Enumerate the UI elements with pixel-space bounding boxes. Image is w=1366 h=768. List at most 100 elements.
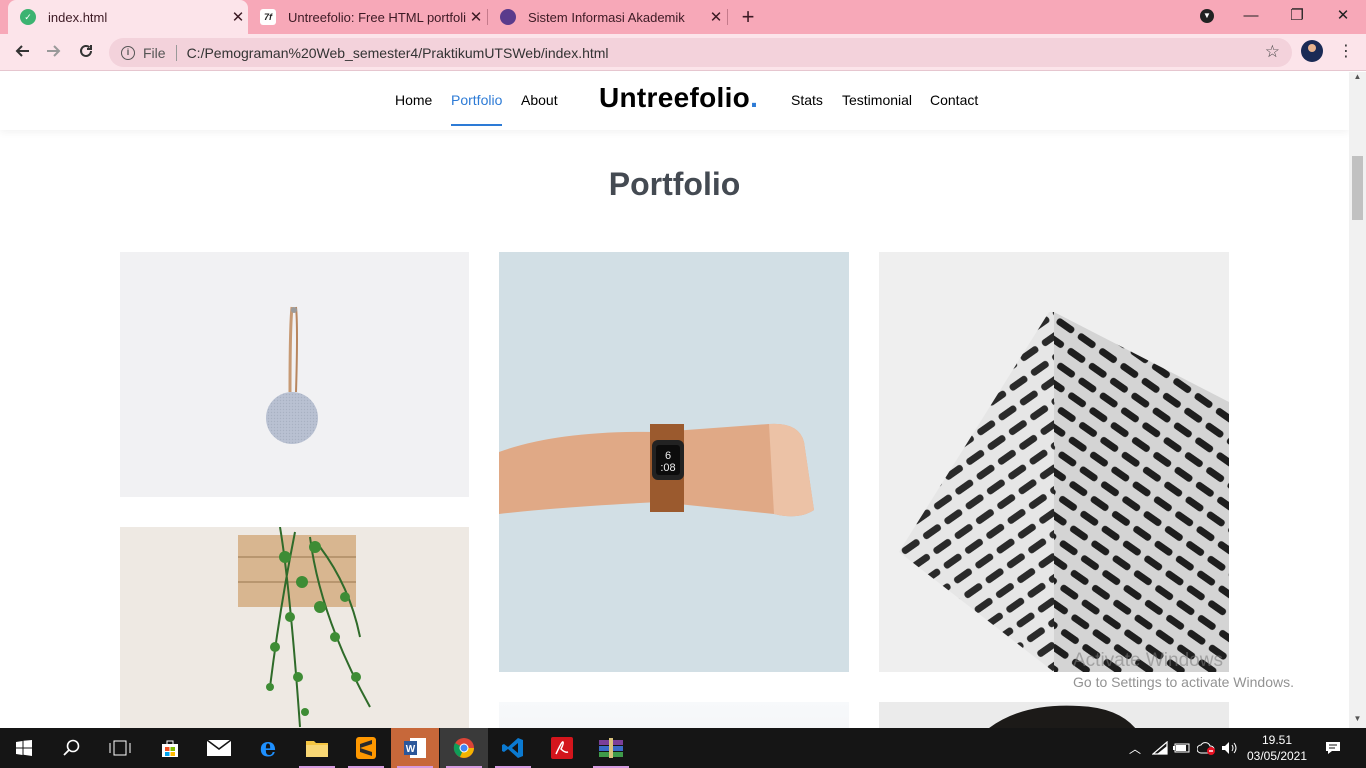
search-button[interactable] [48,728,96,768]
portfolio-item-6[interactable] [879,702,1229,728]
minimize-button[interactable]: — [1228,0,1274,34]
close-tab-icon[interactable]: ✕ [228,8,248,26]
reload-icon [80,44,92,57]
address-bar[interactable]: i File C:/Pemograman%20Web_semester4/Pra… [109,38,1292,67]
scrollbar-thumb[interactable] [1352,156,1363,220]
tab-title: Untreefolio: Free HTML portfolio [288,9,466,25]
tab-search-button[interactable]: ▼ [1184,0,1230,34]
folder-icon [306,741,328,757]
taskbar-vscode[interactable] [489,728,537,768]
brand-text: Untreefolio [599,82,751,113]
taskbar-file-explorer[interactable] [293,728,341,768]
system-clock[interactable]: 19.51 03/05/2021 [1245,732,1309,764]
portfolio-item-watch[interactable]: 6 :08 [499,252,849,672]
portfolio-item-building[interactable] [879,252,1229,672]
nav-portfolio[interactable]: Portfolio [451,92,502,108]
arrow-left-icon [15,45,29,57]
taskbar-acrobat[interactable] [538,728,586,768]
word-icon: W [404,738,426,758]
taskbar-sublime[interactable] [342,728,390,768]
forward-button[interactable] [41,40,67,66]
building-image [879,252,1229,672]
speaker-image [120,252,469,497]
divider [175,44,177,61]
taskbar-winrar[interactable] [587,728,635,768]
cloud-error-icon [1197,742,1215,755]
notification-icon [1326,742,1340,754]
chrome-icon [453,738,474,758]
search-icon [63,739,80,756]
edge-icon: e [259,733,277,763]
university-logo-icon [500,9,516,25]
taskbar-word[interactable]: W [391,728,439,768]
tab-sistem-informasi[interactable]: Sistem Informasi Akademik ✕ [488,0,726,34]
wifi-tray[interactable] [1150,728,1170,768]
nav-contact[interactable]: Contact [930,92,978,108]
mail-icon [207,740,231,756]
chevron-up-icon: ︿ [1128,741,1141,756]
scroll-down-icon[interactable]: ▼ [1349,714,1366,728]
tab-index-html[interactable]: ✓ index.html ✕ [8,0,248,34]
page-viewport: Home Portfolio About Untreefolio. Stats … [0,72,1349,728]
untree-logo-icon: 7f [260,9,276,25]
cloud-sync-tray[interactable] [1196,728,1218,768]
person-image-partial [879,702,1229,728]
watermark-title: Activate Windows [1073,650,1223,671]
vscode-icon [502,738,523,758]
wifi-icon [1152,741,1168,755]
tab-untreefolio[interactable]: 7f Untreefolio: Free HTML portfolio ✕ [248,0,486,34]
watch-image: 6 :08 [499,252,849,672]
taskbar-mail[interactable] [195,728,243,768]
back-button[interactable] [9,40,35,66]
portfolio-item-plant[interactable] [120,527,469,728]
nav-home[interactable]: Home [395,92,432,108]
start-button[interactable] [0,728,48,768]
browser-toolbar: i File C:/Pemograman%20Web_semester4/Pra… [0,34,1366,71]
svg-text:6: 6 [665,450,671,462]
url-text[interactable]: C:/Pemograman%20Web_semester4/PraktikumU… [187,45,609,61]
plant-image [120,527,469,728]
taskbar-store[interactable] [146,728,194,768]
tab-title: index.html [48,9,108,25]
scheme-label: File [143,44,166,61]
svg-text::08: :08 [660,462,675,474]
close-window-button[interactable]: ✕ [1320,0,1366,34]
browser-menu-icon[interactable]: ⋮ [1336,40,1356,64]
browser-tab-strip: ✓ index.html ✕ 7f Untreefolio: Free HTML… [0,0,1366,34]
battery-tray[interactable] [1172,728,1192,768]
portfolio-item-5[interactable] [499,702,849,728]
bookmark-star-icon[interactable]: ☆ [1265,42,1280,62]
portfolio-item-speaker[interactable] [120,252,469,497]
activate-windows-watermark: Activate Windows Go to Settings to activ… [1073,650,1294,690]
tab-separator [727,9,728,25]
clock-time: 19.51 [1261,733,1293,747]
battery-icon [1173,743,1190,753]
scroll-up-icon[interactable]: ▲ [1349,72,1366,86]
nav-stats[interactable]: Stats [791,92,823,108]
volume-tray[interactable] [1220,728,1240,768]
speaker-volume-icon [1222,742,1237,754]
nav-about[interactable]: About [521,92,558,108]
site-navbar: Home Portfolio About Untreefolio. Stats … [0,72,1349,130]
show-hidden-icons-button[interactable]: ︿ [1126,728,1144,768]
tab-title: Sistem Informasi Akademik [528,9,685,25]
portfolio-image-partial [499,702,849,728]
profile-avatar[interactable] [1301,40,1323,62]
brand-dot: . [750,82,759,113]
action-center-button[interactable] [1318,728,1348,768]
reload-button[interactable] [73,40,99,66]
close-tab-icon[interactable]: ✕ [706,8,726,26]
new-tab-button[interactable]: + [737,4,759,30]
watermark-subtitle: Go to Settings to activate Windows. [1073,674,1294,690]
windows-taskbar: e W ︿ 19.51 03/05/2021 [0,728,1366,768]
close-tab-icon[interactable]: ✕ [466,8,486,26]
taskbar-edge[interactable]: e [244,728,292,768]
task-view-button[interactable] [96,728,144,768]
info-icon[interactable]: i [121,45,135,60]
page-scrollbar[interactable]: ▲ ▼ [1349,72,1366,728]
restore-button[interactable]: ❐ [1274,0,1320,34]
site-logo[interactable]: Untreefolio. [599,82,758,114]
nav-testimonial[interactable]: Testimonial [842,92,912,108]
leaf-icon: ✓ [20,9,36,25]
taskbar-chrome[interactable] [440,728,488,768]
